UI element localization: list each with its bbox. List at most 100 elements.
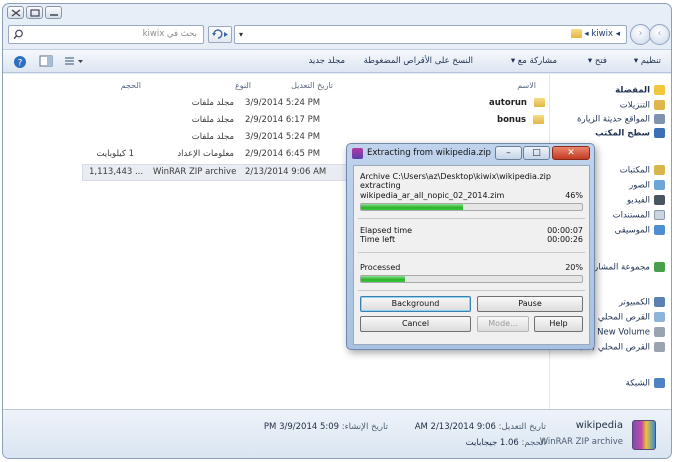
file-type: مجلد ملفات — [191, 115, 234, 125]
column-header-date[interactable]: تاريخ التعديل — [291, 81, 333, 90]
search-icon — [13, 29, 23, 40]
minimize-icon — [50, 14, 58, 16]
sidebar-item-label: سطح المكتب — [595, 128, 650, 139]
file-date: 2/13/2014 9:06 AM — [245, 167, 327, 177]
time-left-value: 00:00:26 — [547, 235, 583, 244]
sidebar-item-recent-places[interactable]: المواقع حديثة الزيارة — [577, 114, 665, 125]
sidebar-item-label: المستندات — [612, 210, 650, 221]
file-size: 1,113,443 ... — [89, 167, 144, 177]
winrar-archive-icon — [632, 420, 656, 450]
dialog-title: Extracting from wikipedia.zip — [367, 148, 491, 158]
file-type: مجلد ملفات — [191, 132, 234, 142]
breadcrumb-text: ◂ kiwix ◂ — [584, 29, 620, 39]
file-type: WinRAR ZIP archive — [153, 167, 237, 177]
forward-button[interactable]: › — [630, 24, 651, 45]
details-size-value: 1.06 جيجابايت — [465, 438, 519, 448]
pause-button[interactable]: Pause — [477, 296, 583, 312]
burn-button[interactable]: النسخ على الأقراص المضغوطة — [364, 56, 473, 66]
sidebar-item-label: المكتبات — [619, 165, 650, 176]
homegroup-icon — [654, 262, 665, 272]
sidebar-item-documents[interactable]: المستندات — [613, 210, 665, 221]
mode-button[interactable]: Mode... — [477, 316, 529, 332]
column-header-size[interactable]: الحجم — [121, 81, 141, 90]
sidebar-item-downloads[interactable]: التنزيلات — [620, 100, 665, 111]
documents-icon — [654, 210, 665, 220]
preview-pane-icon[interactable] — [39, 55, 53, 68]
sidebar-item-music[interactable]: الموسيقى — [615, 225, 665, 236]
sidebar-item-label: الكمبيوتر — [618, 297, 650, 308]
pictures-icon — [654, 180, 665, 190]
desktop-icon — [654, 128, 665, 138]
divider — [358, 290, 585, 291]
refresh-icon — [212, 29, 228, 39]
details-modified-value: 9:06 AM 2/13/2014 — [414, 422, 496, 432]
chevron-down-icon[interactable]: ▾ — [239, 30, 243, 39]
open-menu-label: فتح ▾ — [587, 56, 607, 66]
organize-menu[interactable]: تنظيم ▾ — [634, 56, 661, 66]
help-icon[interactable]: ? — [13, 55, 27, 69]
background-button[interactable]: Background — [360, 296, 471, 312]
folder-icon — [570, 29, 582, 38]
computer-icon — [654, 297, 665, 307]
command-bar: ? تنظيم ▾ فتح ▾ مشاركة مع ▾ النسخ على ال… — [3, 49, 671, 73]
close-window-button[interactable] — [7, 6, 24, 19]
title-bar — [3, 4, 671, 22]
file-progress-bar — [360, 203, 583, 211]
arrow-left-icon: ‹ — [657, 28, 662, 39]
current-file: wikipedia_ar_all_nopic_02_2014.zim — [360, 191, 505, 200]
dialog-body: Archive C:\Users\az\Desktop\kiwix\wikipe… — [353, 165, 590, 345]
details-name: wikipedia — [575, 420, 623, 431]
dialog-minimize-button[interactable]: – — [495, 146, 522, 160]
divider — [358, 252, 585, 253]
file-name: autorun — [489, 98, 545, 108]
address-bar[interactable]: ▾ ◂ kiwix ◂ — [234, 25, 627, 44]
address-row: بحث في kiwix ▾ ◂ kiwix ◂ › ‹ — [3, 22, 671, 48]
share-menu[interactable]: مشاركة مع ▾ — [511, 56, 557, 66]
status-text: extracting — [360, 181, 401, 190]
sidebar-item-label: New Volume — [597, 327, 650, 338]
sidebar-item-new-volume[interactable]: New Volume — [597, 327, 665, 338]
file-date: 3/9/2014 5:24 PM — [245, 98, 321, 108]
open-menu[interactable]: فتح ▾ — [588, 56, 607, 66]
file-progress-fill — [361, 204, 463, 210]
file-name: bonus — [497, 115, 545, 125]
breadcrumb[interactable]: ◂ kiwix ◂ — [567, 29, 620, 39]
maximize-window-button[interactable] — [26, 6, 43, 19]
details-created: تاريخ الإنشاء: 5:09 PM 3/9/2014 — [264, 422, 388, 432]
column-header-type[interactable]: النوع — [235, 81, 251, 90]
minimize-window-button[interactable] — [45, 6, 62, 19]
details-type: WinRAR ZIP archive — [539, 437, 623, 447]
sidebar-item-favorites[interactable]: المفضلة — [615, 85, 665, 96]
refresh-button[interactable] — [208, 26, 232, 43]
sidebar-item-desktop[interactable]: سطح المكتب — [595, 128, 665, 139]
sidebar-item-pictures[interactable]: الصور — [629, 180, 665, 191]
explorer-window: بحث في kiwix ▾ ◂ kiwix ◂ › ‹ ? تنظيم ▾ ف… — [2, 3, 672, 459]
sidebar-item-network[interactable]: الشبكة — [626, 378, 665, 389]
view-options-icon[interactable] — [63, 55, 85, 68]
sidebar-item-libraries[interactable]: المكتبات — [620, 165, 665, 176]
sidebar-item-videos[interactable]: الفيديو — [627, 195, 665, 206]
content-area: المفضلة التنزيلات المواقع حديثة الزيارة … — [3, 74, 671, 409]
back-button[interactable]: ‹ — [649, 24, 670, 45]
divider — [358, 218, 585, 219]
dialog-maximize-button[interactable]: □ — [523, 146, 550, 160]
sidebar-item-label: المواقع حديثة الزيارة — [577, 114, 650, 125]
downloads-icon — [654, 100, 665, 110]
close-icon: ✕ — [567, 148, 575, 158]
sidebar-item-label: المفضلة — [615, 85, 650, 96]
time-left-label: Time left — [360, 235, 396, 244]
sidebar-item-label: الموسيقى — [614, 225, 650, 236]
sidebar-item-label: القرص المحلي — [597, 312, 650, 323]
cancel-button[interactable]: Cancel — [360, 316, 471, 332]
recent-places-icon — [654, 114, 665, 124]
new-folder-button[interactable]: مجلد جديد — [308, 56, 345, 66]
file-date: 3/9/2014 5:24 PM — [245, 132, 321, 142]
sidebar-item-computer[interactable]: الكمبيوتر — [619, 297, 665, 308]
arrow-right-icon: › — [638, 28, 643, 39]
help-button[interactable]: Help — [534, 316, 583, 332]
sidebar-item-local-disk[interactable]: القرص المحلي — [598, 312, 665, 323]
search-input[interactable]: بحث في kiwix — [8, 25, 204, 44]
sidebar-item-label: الشبكة — [625, 378, 650, 389]
dialog-close-button[interactable]: ✕ — [552, 146, 590, 160]
column-header-name[interactable]: الاسم — [517, 81, 536, 90]
